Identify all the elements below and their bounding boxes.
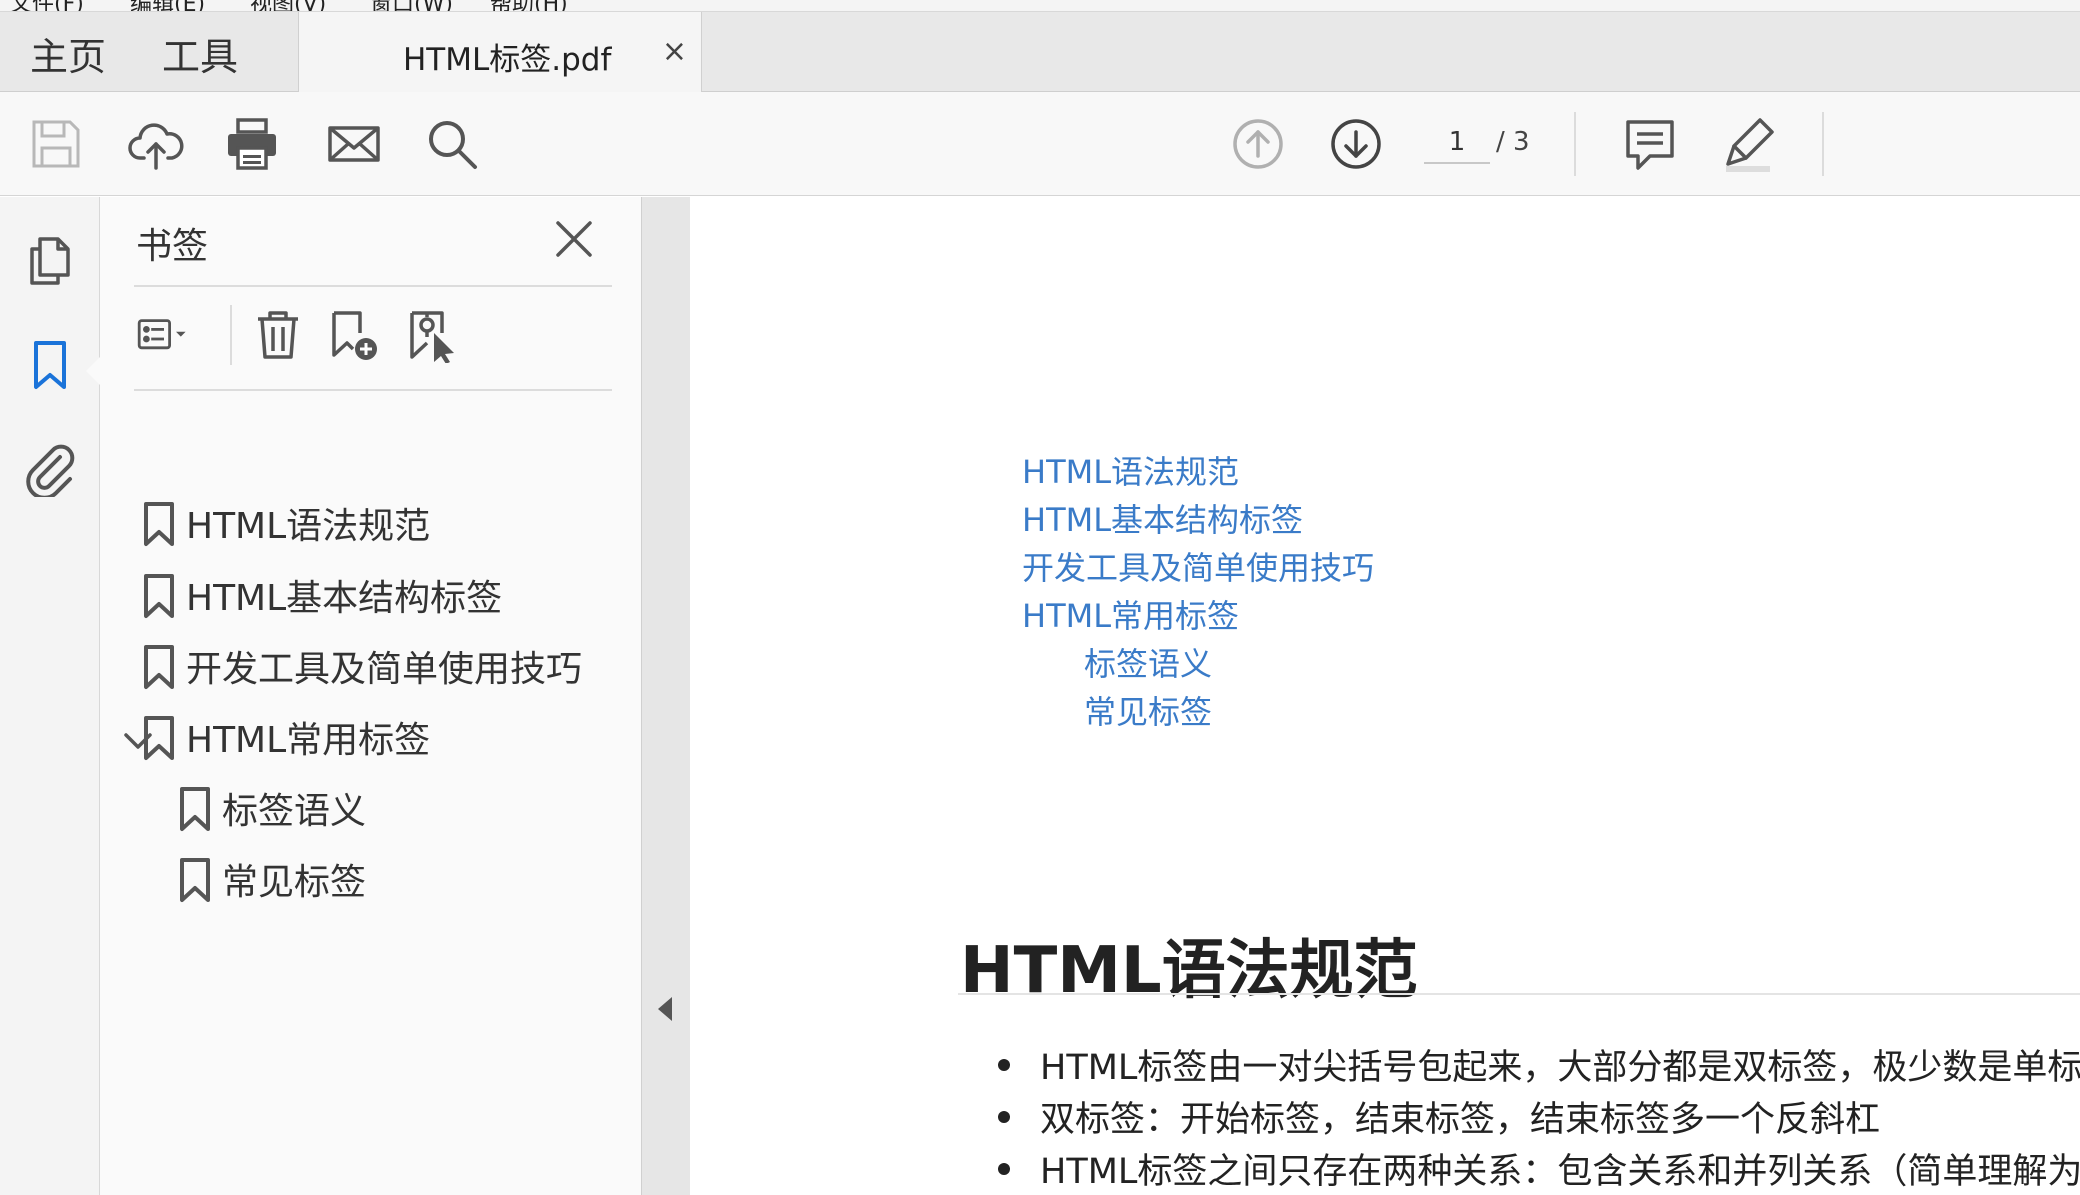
tab-document[interactable]: HTML标签.pdf ×	[298, 12, 702, 93]
panel-toolbar-divider	[230, 305, 232, 365]
pdf-reader-window: 文件(F) 编辑(E) 视图(V) 窗口(W) 帮助(H) 主页 工具 HTML…	[0, 0, 2080, 1195]
document-page: HTML语法规范 HTML基本结构标签 开发工具及简单使用技巧 HTML常用标签…	[690, 197, 2080, 1195]
bookmark-icon[interactable]	[22, 337, 78, 393]
bookmark-label: HTML基本结构标签	[186, 578, 503, 619]
panel-divider	[134, 389, 612, 391]
toc-link[interactable]: 开发工具及简单使用技巧	[1022, 543, 1374, 589]
panel-divider	[134, 285, 612, 287]
menu-help[interactable]: 帮助(H)	[490, 0, 568, 11]
bookmark-item[interactable]: 开发工具及简单使用技巧	[130, 636, 650, 696]
highlight-icon[interactable]	[1718, 114, 1778, 174]
bookmarks-panel: 书签 HTML语法规范 HTML基本结构标签 开发工具及简单使用技巧 HTML常…	[100, 197, 642, 1195]
search-icon[interactable]	[422, 114, 482, 174]
heading-rule	[958, 993, 2080, 995]
bookmark-label: HTML语法规范	[186, 506, 431, 547]
toolbar: / 3	[0, 92, 2080, 196]
menu-bar: 文件(F) 编辑(E) 视图(V) 窗口(W) 帮助(H)	[0, 0, 2080, 12]
tab-bar: 主页 工具 HTML标签.pdf ×	[0, 12, 2080, 93]
attachment-icon[interactable]	[22, 441, 78, 500]
toolbar-divider	[1822, 112, 1824, 176]
section-heading: HTML语法规范	[960, 934, 1418, 1008]
list-item: HTML标签之间只存在两种关系：包含关系和并列关系（简单理解为父子和兄弟）	[997, 1143, 2080, 1194]
page-number-input[interactable]	[1424, 122, 1490, 164]
bookmark-label: 常见标签	[222, 862, 367, 903]
bookmark-icon	[140, 573, 178, 619]
bookmark-label: 标签语义	[222, 791, 367, 832]
options-icon[interactable]	[136, 307, 206, 363]
active-indicator	[86, 357, 100, 385]
collapse-panel-icon[interactable]	[658, 997, 672, 1021]
new-bookmark-from-selection-icon[interactable]	[406, 307, 462, 364]
tab-home[interactable]: 主页	[30, 26, 106, 81]
bookmark-icon	[176, 786, 214, 832]
page-total: / 3	[1496, 127, 1530, 157]
print-icon[interactable]	[222, 114, 282, 174]
toc-link[interactable]: 标签语义	[1084, 639, 1212, 685]
bookmark-item-expanded[interactable]: HTML常用标签	[122, 707, 642, 767]
email-icon[interactable]	[324, 114, 384, 174]
menu-edit[interactable]: 编辑(E)	[130, 0, 205, 11]
toc-link[interactable]: 常见标签	[1084, 687, 1212, 733]
bookmark-icon	[140, 715, 178, 761]
comment-icon[interactable]	[1620, 114, 1680, 174]
upload-icon[interactable]	[126, 114, 186, 174]
bookmark-label: 开发工具及简单使用技巧	[186, 649, 583, 690]
panel-title: 书签	[136, 226, 209, 267]
document-tab-title: HTML标签.pdf	[403, 42, 612, 78]
list-item: 双标签：开始标签，结束标签，结束标签多一个反斜杠	[997, 1091, 1880, 1142]
tab-tools[interactable]: 工具	[162, 26, 238, 81]
bookmark-icon	[140, 501, 178, 547]
list-item: HTML标签由一对尖括号包起来，大部分都是双标签，极少数是单标签	[997, 1039, 2080, 1090]
pages-icon[interactable]	[22, 233, 78, 289]
toc-link[interactable]: HTML常用标签	[1022, 591, 1239, 637]
bookmark-item[interactable]: HTML语法规范	[130, 493, 650, 553]
close-tab-icon[interactable]: ×	[662, 34, 687, 69]
menu-window[interactable]: 窗口(W)	[370, 0, 453, 11]
toc-link[interactable]: HTML基本结构标签	[1022, 495, 1303, 541]
bookmark-icon	[176, 857, 214, 903]
bookmark-item[interactable]: 常见标签	[166, 849, 646, 909]
menu-view[interactable]: 视图(V)	[250, 0, 326, 11]
save-icon[interactable]	[26, 114, 86, 174]
panel-splitter[interactable]	[642, 197, 690, 1195]
left-rail	[0, 197, 100, 1195]
bookmark-icon	[140, 644, 178, 690]
toc-link[interactable]: HTML语法规范	[1022, 447, 1239, 493]
menu-file[interactable]: 文件(F)	[10, 0, 84, 11]
page-up-icon[interactable]	[1228, 114, 1288, 174]
bookmark-label: HTML常用标签	[186, 720, 431, 761]
bookmark-item[interactable]: 标签语义	[166, 778, 646, 838]
add-bookmark-icon[interactable]	[326, 307, 382, 363]
delete-icon[interactable]	[250, 307, 306, 363]
close-panel-icon[interactable]	[552, 217, 596, 261]
toolbar-divider	[1574, 112, 1576, 176]
bookmark-item[interactable]: HTML基本结构标签	[130, 565, 650, 625]
page-down-icon[interactable]	[1326, 114, 1386, 174]
